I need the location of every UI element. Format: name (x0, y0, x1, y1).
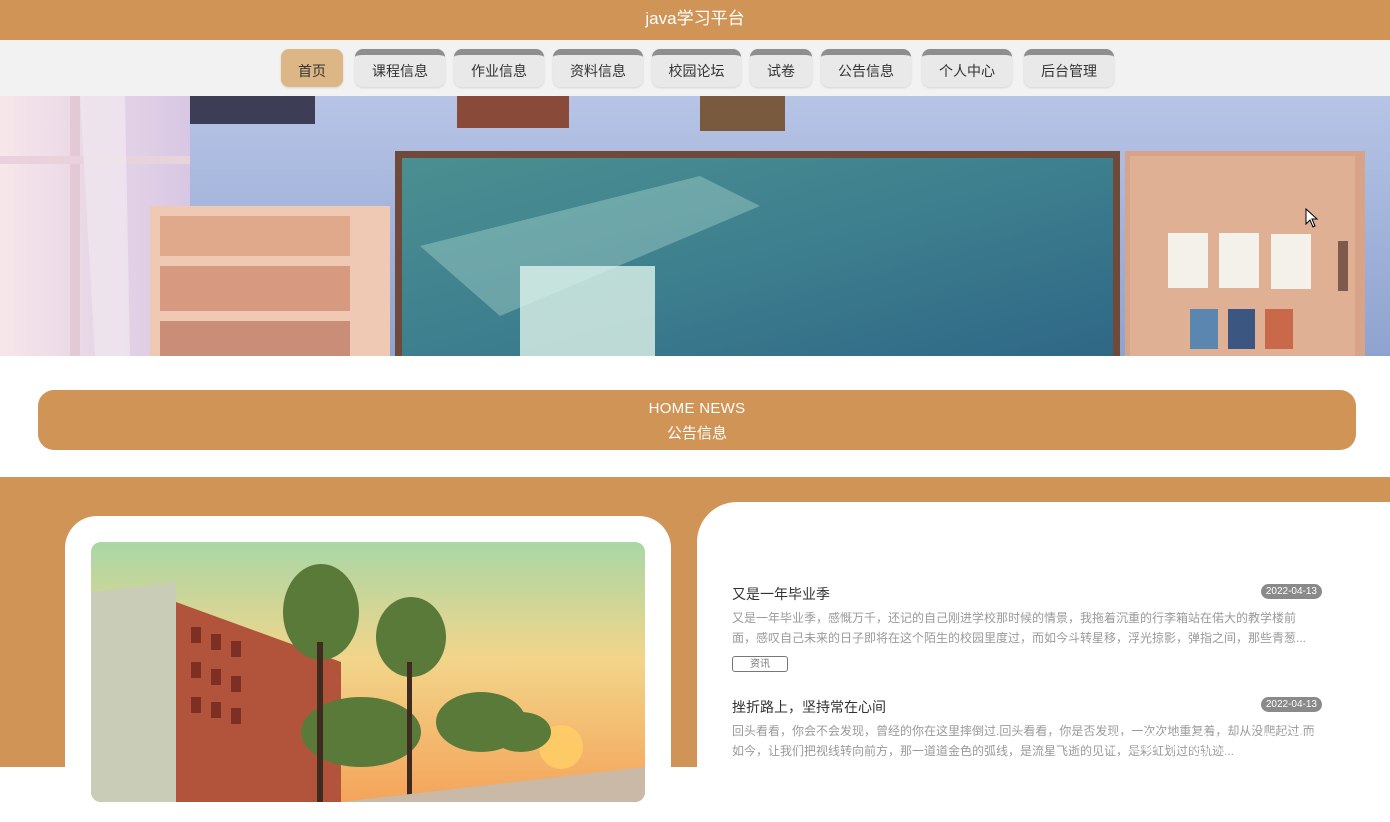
nav-label: 后台管理 (1041, 63, 1097, 79)
news-title-cn: 公告信息 (666, 425, 727, 442)
nav-label: 校园论坛 (668, 63, 725, 79)
news-tag[interactable]: 资讯 (732, 656, 788, 672)
news-title[interactable]: 挫折路上，坚持常在心间 (732, 697, 886, 717)
classroom-illustration (0, 96, 1390, 356)
site-header: java学习平台 (0, 0, 1390, 40)
nav-personal-center[interactable]: 个人中心 (922, 49, 1012, 87)
featured-image[interactable] (91, 542, 645, 802)
mouse-cursor-icon (1305, 208, 1319, 228)
featured-card (65, 516, 671, 816)
nav-label: 课程信息 (372, 63, 428, 79)
news-date-badge: 2022-04-13 (1260, 697, 1322, 712)
nav-label: 个人中心 (939, 63, 995, 79)
watermark-text: CSDN @qq_869660016 (1105, 727, 1390, 757)
nav-exam[interactable]: 试卷 (750, 49, 812, 87)
nav-label: 资料信息 (570, 63, 626, 79)
nav-materials[interactable]: 资料信息 (553, 49, 643, 87)
nav-courses[interactable]: 课程信息 (355, 49, 445, 87)
news-title[interactable]: 又是一年毕业季 (732, 584, 830, 604)
campus-illustration (91, 542, 645, 802)
news-list-card: 又是一年毕业季 2022-04-13 又是一年毕业季，感慨万千，还记的自己刚进学… (697, 502, 1390, 822)
main-nav: 首页 课程信息 作业信息 资料信息 校园论坛 试卷 公告信息 个人中心 后台管理 (0, 40, 1390, 96)
nav-homework[interactable]: 作业信息 (454, 49, 544, 87)
nav-label: 作业信息 (471, 63, 527, 79)
nav-label: 首页 (298, 63, 326, 79)
news-date-badge: 2022-04-13 (1260, 584, 1322, 599)
news-title-en: HOME NEWS (648, 400, 746, 417)
nav-label: 试卷 (767, 63, 795, 79)
site-title: java学习平台 (645, 9, 745, 28)
nav-label: 公告信息 (838, 63, 894, 79)
nav-announcements[interactable]: 公告信息 (821, 49, 911, 87)
nav-home[interactable]: 首页 (281, 49, 343, 87)
nav-forum[interactable]: 校园论坛 (652, 49, 741, 87)
news-section-header: HOME NEWS 公告信息 (38, 390, 1356, 450)
hero-banner (0, 96, 1390, 356)
nav-admin[interactable]: 后台管理 (1024, 49, 1114, 87)
news-description: 又是一年毕业季，感慨万千，还记的自己刚进学校那时候的情景，我拖着沉重的行李箱站在… (732, 611, 1307, 645)
